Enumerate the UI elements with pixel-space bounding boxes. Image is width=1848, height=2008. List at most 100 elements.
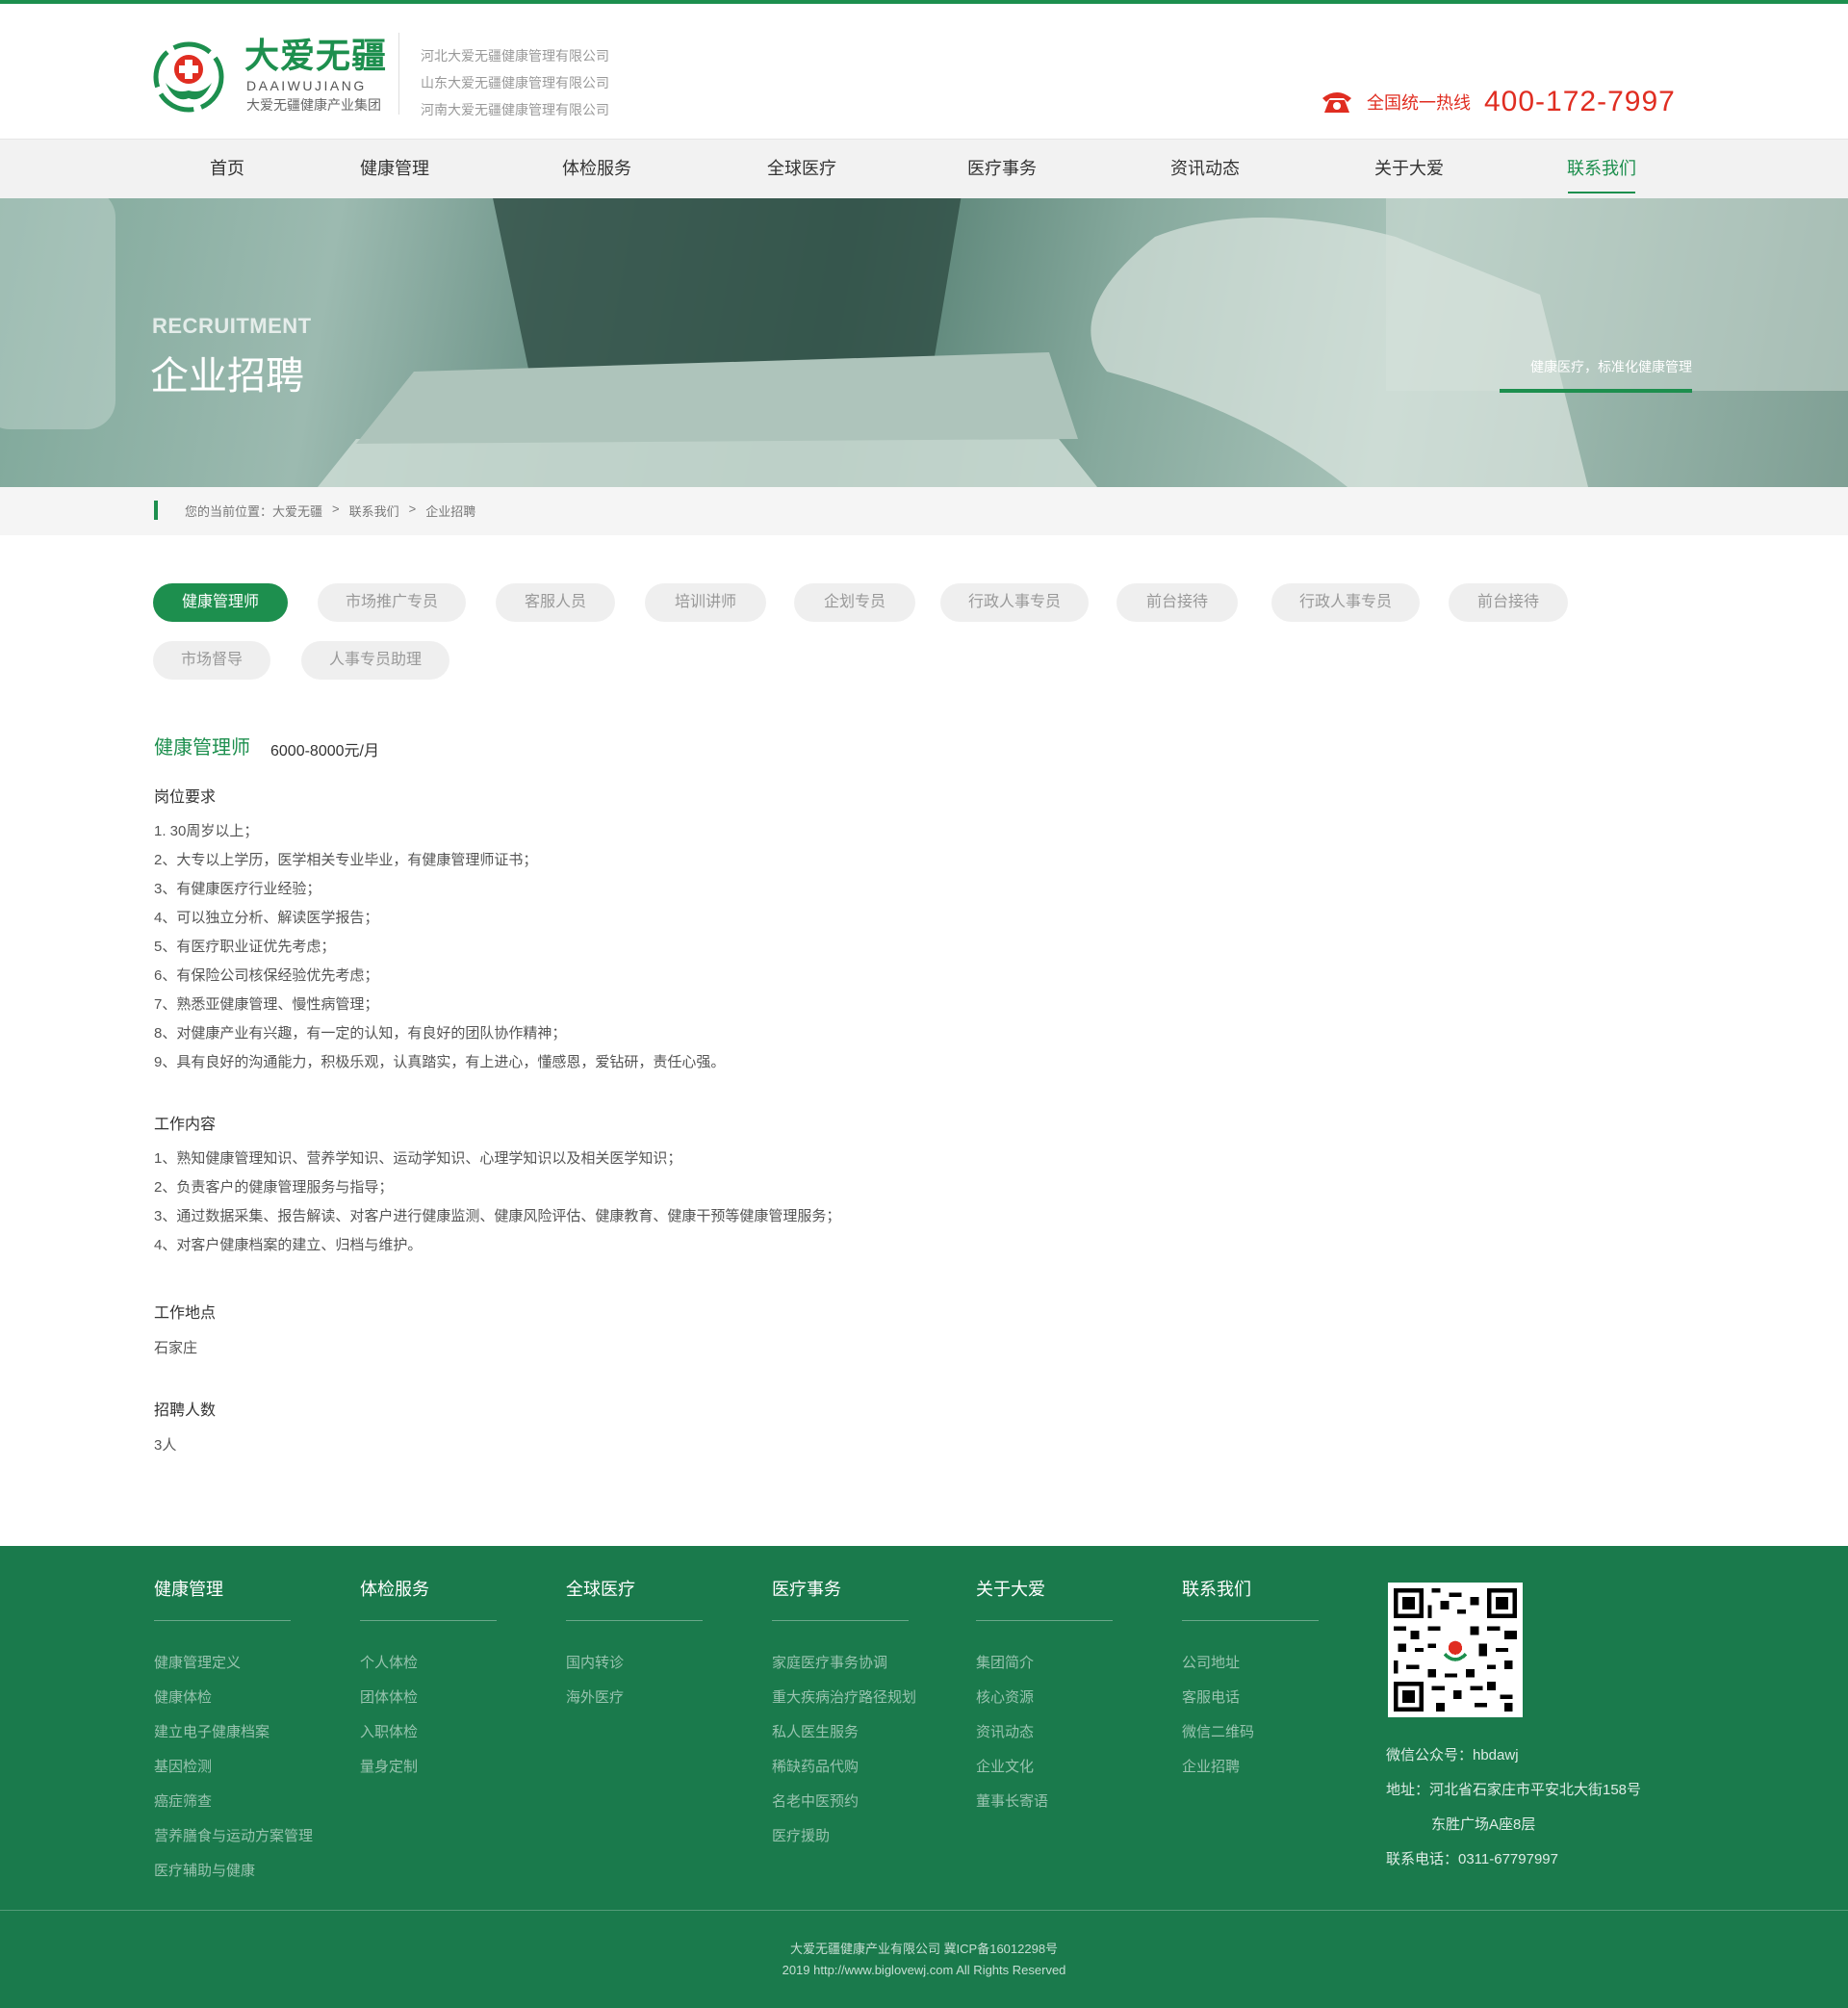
hotline: 全国统一热线 400-172-7997 (1321, 85, 1676, 119)
footer-contact-info: 微信公众号：hbdawj 地址：河北省石家庄市平安北大街158号 东胜广场A座8… (1386, 1738, 1641, 1877)
list-item: 6、有保险公司核保经验优先考虑； (154, 967, 379, 984)
footer-link[interactable]: 基因检测 (154, 1750, 291, 1785)
footer-col-title: 体检服务 (360, 1581, 497, 1621)
tab-reception[interactable]: 前台接待 (1449, 583, 1568, 622)
footer-link[interactable]: 海外医疗 (566, 1681, 703, 1715)
contact-phone: 联系电话：0311-67797997 (1386, 1851, 1558, 1867)
nav-news[interactable]: 资讯动态 (1147, 140, 1263, 199)
footer-link[interactable]: 健康体检 (154, 1681, 291, 1715)
list-item: 1. 30周岁以上； (154, 823, 259, 839)
page-banner: RECRUITMENT 企业招聘 健康医疗，标准化健康管理 (0, 198, 1848, 487)
footer-link[interactable]: 私人医生服务 (772, 1715, 909, 1750)
footer-col-contact: 联系我们 公司地址 客服电话 微信二维码 企业招聘 (1182, 1581, 1319, 1785)
wechat-account: 微信公众号：hbdawj (1386, 1747, 1519, 1763)
tab-customer-service[interactable]: 客服人员 (496, 583, 615, 622)
breadcrumb-separator: > (332, 502, 340, 516)
nav-contact[interactable]: 联系我们 (1544, 140, 1659, 199)
footer-link[interactable]: 资讯动态 (976, 1715, 1113, 1750)
footer-link[interactable]: 稀缺药品代购 (772, 1750, 909, 1785)
list-item: 3、有健康医疗行业经验； (154, 881, 321, 897)
footer-link[interactable]: 个人体检 (360, 1646, 497, 1681)
list-item: 5、有医疗职业证优先考虑； (154, 939, 336, 955)
company-item: 山东大爱无疆健康管理有限公司 (421, 75, 609, 90)
tab-market-supervisor[interactable]: 市场督导 (153, 641, 270, 680)
breadcrumb-home[interactable]: 大爱无疆 (272, 504, 322, 519)
list-item: 7、熟悉亚健康管理、慢性病管理； (154, 996, 379, 1013)
footer-link[interactable]: 家庭医疗事务协调 (772, 1646, 909, 1681)
site-footer: 健康管理 健康管理定义 健康体检 建立电子健康档案 基因检测 癌症筛查 营养膳食… (0, 1546, 1848, 2008)
footer-link[interactable]: 集团简介 (976, 1646, 1113, 1681)
footer-link[interactable]: 营养膳食与运动方案管理 (154, 1819, 313, 1854)
footer-link[interactable]: 国内转诊 (566, 1646, 703, 1681)
footer-col-checkup: 体检服务 个人体检 团体体检 入职体检 量身定制 (360, 1581, 497, 1785)
footer-link[interactable]: 企业文化 (976, 1750, 1113, 1785)
breadcrumb-separator: > (408, 502, 417, 516)
tab-health-manager[interactable]: 健康管理师 (153, 583, 288, 622)
tab-planning-specialist[interactable]: 企划专员 (794, 583, 915, 622)
footer-col-title: 医疗事务 (772, 1581, 909, 1621)
footer-link[interactable]: 名老中医预约 (772, 1785, 909, 1819)
list-item: 2、负责客户的健康管理服务与指导； (154, 1179, 394, 1196)
footer-link[interactable]: 公司地址 (1182, 1646, 1319, 1681)
logo-icon[interactable] (152, 40, 225, 114)
copyright-line: 2019 http://www.biglovewj.com All Rights… (782, 1963, 1066, 1977)
footer-link[interactable]: 健康管理定义 (154, 1646, 291, 1681)
copyright-line: 大爱无疆健康产业有限公司 冀ICP备16012298号 (789, 1942, 1059, 1956)
footer-col-global: 全球医疗 国内转诊 海外医疗 (566, 1581, 703, 1715)
nav-medical-affairs[interactable]: 医疗事务 (944, 140, 1060, 199)
duties-list: 1、熟知健康管理知识、营养学知识、运动学知识、心理学知识以及相关医学知识； 2、… (154, 1145, 840, 1260)
list-item: 2、大专以上学历，医学相关专业毕业，有健康管理师证书； (154, 852, 538, 868)
brand-subtitle: 大爱无疆健康产业集团 (246, 97, 381, 113)
footer-link[interactable]: 董事长寄语 (976, 1785, 1113, 1819)
footer-col-about: 关于大爱 集团简介 核心资源 资讯动态 企业文化 董事长寄语 (976, 1581, 1113, 1819)
list-item: 8、对健康产业有兴趣，有一定的认知，有良好的团队协作精神； (154, 1025, 567, 1042)
headcount-value: 3人 (154, 1437, 177, 1454)
banner-title-en: RECRUITMENT (152, 314, 312, 338)
breadcrumb-contact[interactable]: 联系我们 (349, 502, 399, 520)
tab-hr-assistant[interactable]: 人事专员助理 (301, 641, 449, 680)
breadcrumb-prefix: 您的当前位置： (185, 504, 273, 519)
footer-link[interactable]: 客服电话 (1182, 1681, 1319, 1715)
breadcrumb-current: 企业招聘 (425, 504, 476, 519)
address-line-2: 东胜广场A座8层 (1431, 1816, 1536, 1833)
footer-link[interactable]: 医疗辅助与健康 (154, 1854, 291, 1889)
footer-link[interactable]: 癌症筛查 (154, 1785, 291, 1819)
hotline-label: 全国统一热线 (1367, 93, 1471, 113)
tab-marketing-specialist[interactable]: 市场推广专员 (318, 583, 466, 622)
nav-about[interactable]: 关于大爱 (1351, 140, 1467, 199)
requirements-heading: 岗位要求 (154, 789, 217, 806)
hotline-number[interactable]: 400-172-7997 (1484, 86, 1676, 118)
banner-title: 企业招聘 (150, 355, 304, 398)
tab-admin-hr[interactable]: 行政人事专员 (940, 583, 1089, 622)
nav-checkup[interactable]: 体检服务 (539, 140, 654, 199)
banner-slogan: 健康医疗，标准化健康管理 (1530, 359, 1692, 374)
footer-link[interactable]: 微信二维码 (1182, 1715, 1319, 1750)
footer-link[interactable]: 建立电子健康档案 (154, 1715, 291, 1750)
footer-link[interactable]: 重大疾病治疗路径规划 (772, 1681, 916, 1715)
list-item: 1、熟知健康管理知识、营养学知识、运动学知识、心理学知识以及相关医学知识； (154, 1150, 682, 1167)
wechat-qr-code (1388, 1583, 1523, 1717)
location-value: 石家庄 (154, 1340, 198, 1356)
footer-link[interactable]: 医疗援助 (772, 1819, 909, 1854)
job-title: 健康管理师 (154, 737, 250, 759)
footer-link[interactable]: 团体体检 (360, 1681, 497, 1715)
footer-link[interactable]: 入职体检 (360, 1715, 497, 1750)
footer-col-title: 关于大爱 (976, 1581, 1113, 1621)
qr-code-icon (1394, 1588, 1517, 1712)
requirements-list: 1. 30周岁以上； 2、大专以上学历，医学相关专业毕业，有健康管理师证书； 3… (154, 817, 725, 1077)
tab-trainer[interactable]: 培训讲师 (645, 583, 766, 622)
nav-global-medical[interactable]: 全球医疗 (744, 140, 860, 199)
company-item: 河北大爱无疆健康管理有限公司 (421, 48, 609, 64)
tab-reception[interactable]: 前台接待 (1116, 583, 1238, 622)
footer-link[interactable]: 企业招聘 (1182, 1750, 1319, 1785)
tab-admin-hr[interactable]: 行政人事专员 (1271, 583, 1420, 622)
footer-link[interactable]: 量身定制 (360, 1750, 497, 1785)
nav-health-management[interactable]: 健康管理 (337, 140, 452, 199)
footer-col-title: 健康管理 (154, 1581, 291, 1621)
headcount-heading: 招聘人数 (154, 1403, 217, 1419)
footer-col-title: 联系我们 (1182, 1581, 1319, 1621)
nav-home[interactable]: 首页 (169, 140, 285, 199)
list-item: 4、可以独立分析、解读医学报告； (154, 910, 379, 926)
header-divider (398, 33, 399, 115)
footer-link[interactable]: 核心资源 (976, 1681, 1113, 1715)
